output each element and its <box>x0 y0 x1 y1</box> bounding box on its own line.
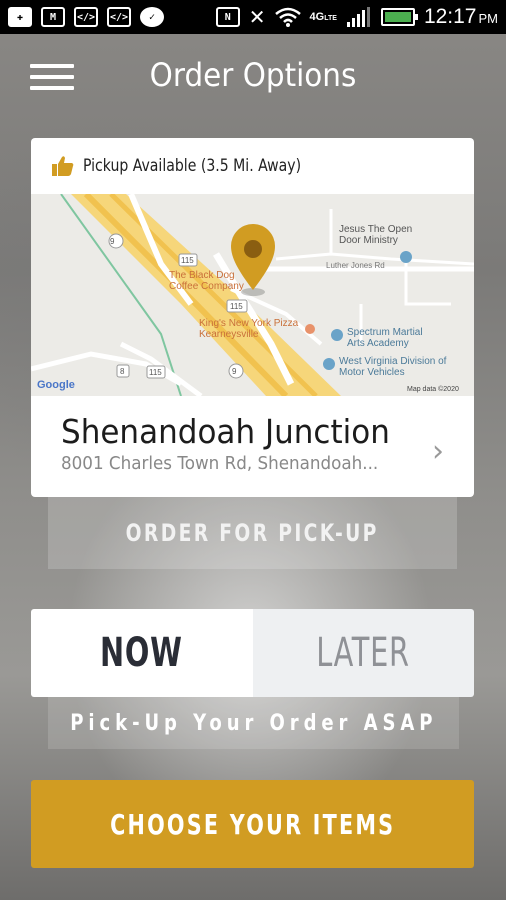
location-details[interactable]: Shenandoah Junction 8001 Charles Town Rd… <box>31 396 474 497</box>
route-115-shield: 115 <box>230 302 243 311</box>
later-option[interactable]: LATER <box>252 609 474 697</box>
map-label-dmv: West Virginia Division of Motor Vehicles <box>339 356 447 378</box>
nfc-icon: N <box>215 7 240 27</box>
route-9-shield: 9 <box>110 237 115 246</box>
timing-description: Pick-Up Your Order ASAP <box>48 697 459 749</box>
thumbs-up-icon <box>52 156 74 176</box>
code-icon: </> <box>107 7 131 27</box>
route-115-shield: 115 <box>149 368 162 377</box>
signal-icon <box>346 7 370 27</box>
pickup-availability-text: Pickup Available (3.5 Mi. Away) <box>83 156 302 176</box>
map-label-pizza: King's New York Pizza Kearneysville <box>199 318 299 340</box>
status-bar: ✚ M </> </> ✓ N ✕ 4GLTE 12:17 PM <box>0 0 506 34</box>
battery-icon <box>380 8 418 26</box>
choose-items-label: CHOOSE YOUR ITEMS <box>109 807 396 841</box>
pickup-availability: Pickup Available (3.5 Mi. Away) <box>31 138 474 194</box>
choose-items-button[interactable]: CHOOSE YOUR ITEMS <box>31 780 474 868</box>
route-9-shield: 9 <box>232 367 237 376</box>
map-label-coffee: The Black Dog Coffee Company <box>169 270 244 292</box>
chevron-right-icon[interactable]: › <box>432 434 444 469</box>
route-8-shield: 8 <box>120 367 125 376</box>
wifi-icon <box>274 7 301 27</box>
network-type: 4GLTE <box>309 11 337 23</box>
order-type-label: ORDER FOR PICK-UP <box>125 519 379 547</box>
google-logo: Google <box>37 379 75 391</box>
now-option[interactable]: NOW <box>31 609 253 697</box>
route-115-shield: 115 <box>181 256 194 265</box>
code-icon: </> <box>74 7 98 27</box>
map-label-martial-arts: Spectrum Martial Arts Academy <box>347 327 423 349</box>
system-icons: N ✕ 4GLTE 12:17 PM <box>215 5 498 29</box>
mute-icon: ✕ <box>248 5 266 29</box>
map-attribution: Map data ©2020 <box>407 386 459 393</box>
messenger-icon: ✓ <box>140 7 164 27</box>
clock: 12:17 PM <box>423 5 498 28</box>
order-type-button[interactable]: ORDER FOR PICK-UP <box>48 497 457 569</box>
timing-description-text: Pick-Up Your Order ASAP <box>69 710 438 736</box>
location-card[interactable]: Pickup Available (3.5 Mi. Away) 9 115 11… <box>31 138 474 497</box>
notification-icons: ✚ M </> </> ✓ <box>8 7 164 27</box>
map-label-church: Jesus The Open Door Ministry <box>339 224 413 246</box>
location-address: 8001 Charles Town Rd, Shenandoah... <box>61 453 379 474</box>
map-label-road: Luther Jones Rd <box>326 261 385 270</box>
gmail-icon: M <box>41 7 65 27</box>
location-map[interactable]: 9 115 115 8 115 9 Jesus The Open Door Mi… <box>31 194 474 396</box>
timing-toggle: NOW LATER <box>31 609 474 697</box>
plus-icon: ✚ <box>8 7 32 27</box>
page-title: Order Options <box>149 56 357 94</box>
location-name: Shenandoah Junction <box>61 412 390 451</box>
